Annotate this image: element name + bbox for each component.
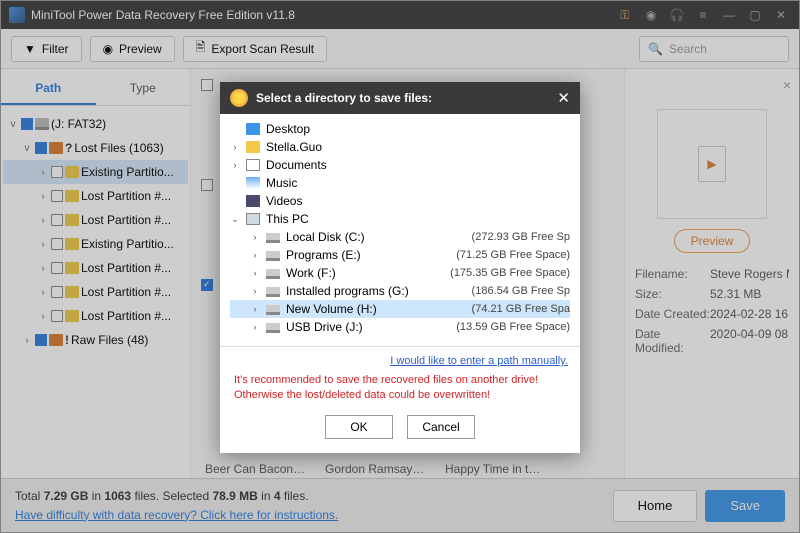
drive-node[interactable]: ›USB Drive (J:)(13.59 GB Free Space) [230,318,570,336]
dialog-title: Select a directory to save files: [256,91,432,105]
dialog-logo-icon [230,89,248,107]
cancel-button[interactable]: Cancel [407,415,475,439]
dir-node[interactable]: ⌄This PC [230,210,570,228]
directory-tree: Desktop›Stella.Guo›DocumentsMusicVideos⌄… [220,114,580,347]
dir-node[interactable]: Desktop [230,120,570,138]
ok-button[interactable]: OK [325,415,393,439]
dir-node[interactable]: ›Documents [230,156,570,174]
dir-node[interactable]: Videos [230,192,570,210]
dialog-close-icon[interactable]: ✕ [557,89,570,107]
drive-node[interactable]: ›Work (F:)(175.35 GB Free Space) [230,264,570,282]
dialog-titlebar: Select a directory to save files: ✕ [220,82,580,114]
manual-path-link[interactable]: I would like to enter a path manually. [390,355,568,367]
dir-node[interactable]: ›Stella.Guo [230,138,570,156]
save-dialog: Select a directory to save files: ✕ Desk… [220,82,580,453]
warning-text: It's recommended to save the recovered f… [220,369,580,411]
drive-node[interactable]: ›Programs (E:)(71.25 GB Free Space) [230,246,570,264]
drive-node[interactable]: ›Local Disk (C:)(272.93 GB Free Sp [230,228,570,246]
drive-node[interactable]: ›Installed programs (G:)(186.54 GB Free … [230,282,570,300]
dir-node[interactable]: Music [230,174,570,192]
drive-node[interactable]: ›New Volume (H:)(74.21 GB Free Spa [230,300,570,318]
modal-overlay: Select a directory to save files: ✕ Desk… [0,0,800,533]
